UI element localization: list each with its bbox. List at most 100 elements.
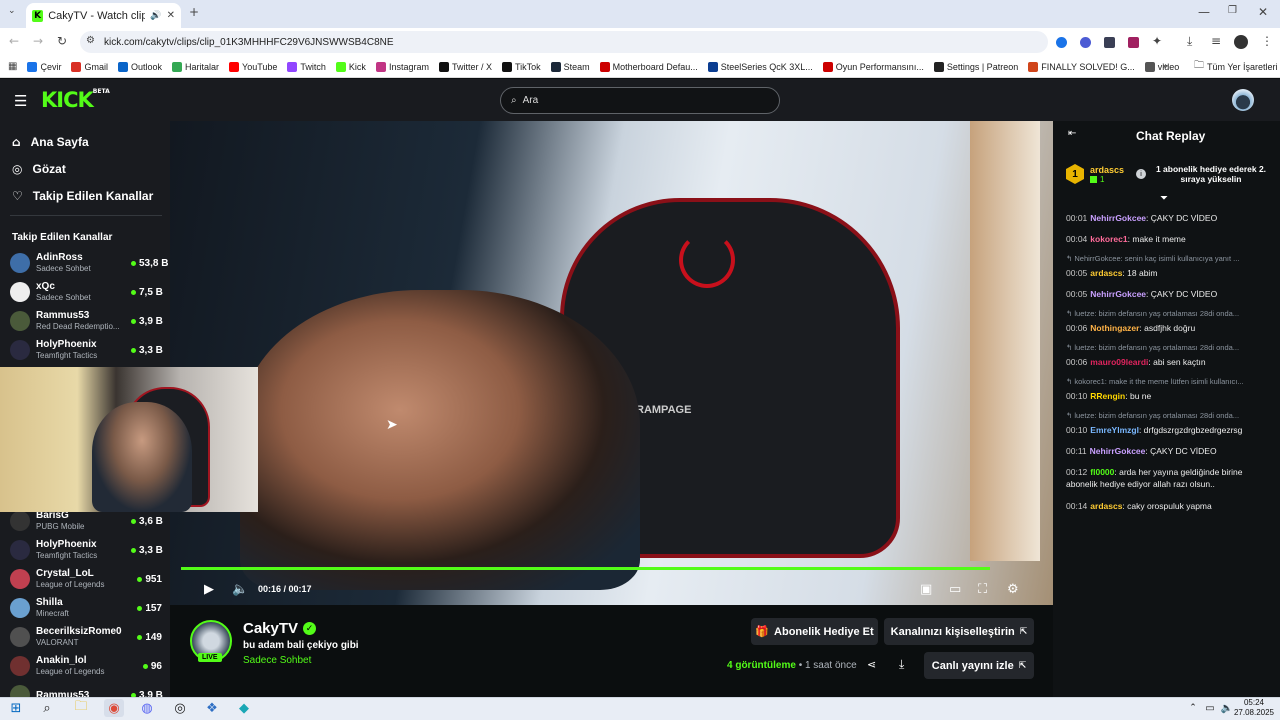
- kick-logo[interactable]: KICKBETA: [41, 88, 110, 112]
- live-dot-icon: [137, 634, 143, 640]
- bookmark-item[interactable]: Twitch: [287, 61, 326, 72]
- extensions-puzzle-icon[interactable]: ✦: [1152, 34, 1162, 48]
- message-username[interactable]: fl0000: [1090, 467, 1114, 477]
- url-input[interactable]: ⚙ kick.com/cakytv/clips/clip_01K3MHHHFC2…: [80, 31, 1048, 53]
- extension-icon[interactable]: [1128, 37, 1139, 48]
- extension-icon[interactable]: [1056, 37, 1067, 48]
- message-username[interactable]: NehirrGokcee: [1090, 213, 1146, 223]
- fullscreen-icon[interactable]: ⛶: [978, 582, 987, 597]
- search-input[interactable]: ⌕ Ara: [500, 87, 780, 114]
- reload-icon[interactable]: ↻: [57, 34, 67, 48]
- hamburger-menu-icon[interactable]: ☰: [14, 92, 27, 110]
- bookmark-item[interactable]: TikTok: [501, 61, 541, 72]
- followed-channel-item[interactable]: Anakin_lol League of Legends 96: [10, 652, 162, 680]
- theater-mode-icon[interactable]: ▭: [949, 582, 961, 597]
- followed-channel-item[interactable]: Crystal_LoL League of Legends 951: [10, 565, 162, 593]
- windows-start-icon[interactable]: ⊞: [6, 699, 26, 717]
- new-tab-icon[interactable]: +: [189, 5, 199, 19]
- restore-icon[interactable]: ❐: [1228, 5, 1237, 16]
- app-icon[interactable]: ◆: [234, 699, 254, 717]
- close-window-icon[interactable]: ✕: [1258, 5, 1268, 19]
- file-explorer-icon[interactable]: 🗀: [71, 699, 91, 717]
- miniplayer-icon[interactable]: ▣: [920, 582, 932, 597]
- minimize-icon[interactable]: —: [1198, 5, 1210, 19]
- obs-icon[interactable]: ◎: [170, 699, 190, 717]
- extension-icon[interactable]: [1080, 37, 1091, 48]
- chat-filter-icon[interactable]: ⏷: [1160, 193, 1168, 204]
- live-dot-icon: [137, 576, 143, 582]
- message-username[interactable]: NehirrGokcee: [1090, 289, 1146, 299]
- followed-channel-item[interactable]: xQc Sadece Sohbet 7,5 B: [10, 278, 163, 306]
- gift-subscription-button[interactable]: 🎁 Abonelik Hediye Et: [751, 618, 878, 645]
- bookmark-item[interactable]: Twitter / X: [438, 61, 492, 72]
- message-username[interactable]: Nothingazer: [1090, 323, 1139, 333]
- message-username[interactable]: ardascs: [1090, 501, 1122, 511]
- viewer-count-value: 157: [145, 602, 162, 614]
- apps-grid-icon[interactable]: ▦: [8, 61, 17, 72]
- bookmark-item[interactable]: Haritalar: [172, 61, 219, 72]
- message-username[interactable]: NehirrGokcee: [1090, 446, 1146, 456]
- tab-list-icon[interactable]: ⌄: [8, 6, 16, 16]
- bookmark-item[interactable]: Gmail: [71, 61, 108, 72]
- bookmark-item[interactable]: Çevir: [27, 61, 61, 72]
- watch-live-button[interactable]: Canlı yayını izle ⇱: [924, 652, 1034, 679]
- bookmark-favicon-icon: [375, 61, 386, 72]
- profile-icon[interactable]: [1234, 35, 1248, 49]
- message-username[interactable]: mauro09leardi: [1090, 357, 1148, 367]
- nav-following[interactable]: ♡ Takip Edilen Kanallar: [12, 189, 153, 203]
- bookmark-item[interactable]: Outlook: [117, 61, 162, 72]
- channel-name-row[interactable]: CakyTV ✓: [243, 620, 317, 637]
- app-icon[interactable]: ❖: [202, 699, 222, 717]
- bookmark-item[interactable]: FINALLY SOLVED! G...: [1028, 61, 1135, 72]
- forward-icon[interactable]: →: [33, 34, 43, 48]
- all-bookmarks-folder[interactable]: 🗀 Tüm Yer İşaretleri: [1194, 58, 1278, 75]
- followed-channel-item[interactable]: HolyPhoenix Teamfight Tactics 3,3 B: [10, 336, 163, 364]
- followed-channel-item[interactable]: BecerilksizRome0 VALORANT 149: [10, 623, 162, 651]
- collapse-chat-icon[interactable]: ⇤: [1068, 128, 1076, 139]
- browser-tab[interactable]: K CakyTV - Watch clips on Ki 🔊 ✕: [26, 3, 181, 28]
- bookmark-item[interactable]: Settings | Patreon: [933, 61, 1018, 72]
- discord-icon[interactable]: ◍: [137, 699, 157, 717]
- followed-channel-item[interactable]: Shilla Minecraft 157: [10, 594, 162, 622]
- play-icon[interactable]: ▶: [204, 582, 214, 597]
- bookmark-item[interactable]: Motherboard Defau...: [599, 61, 698, 72]
- extension-icon[interactable]: [1104, 37, 1115, 48]
- followed-channel-item[interactable]: Rammus53 Red Dead Redemptio... 3,9 B: [10, 307, 163, 335]
- message-username[interactable]: RRengin: [1090, 391, 1125, 401]
- channel-name[interactable]: CakyTV: [243, 620, 298, 637]
- bookmark-item[interactable]: Oyun Performansını...: [822, 61, 924, 72]
- media-control-icon[interactable]: ≡: [1211, 34, 1221, 48]
- bookmark-item[interactable]: Steam: [550, 61, 590, 72]
- nav-home[interactable]: ⌂ Ana Sayfa: [12, 135, 89, 149]
- followed-channel-item[interactable]: HolyPhoenix Teamfight Tactics 3,3 B: [10, 536, 163, 564]
- bookmark-item[interactable]: YouTube: [229, 61, 277, 72]
- taskbar-search-icon[interactable]: ⌕: [37, 699, 57, 717]
- leader-name[interactable]: ardascs: [1090, 165, 1130, 175]
- back-icon[interactable]: ←: [9, 34, 19, 48]
- bookmark-item[interactable]: SteelSeries QcK 3XL...: [707, 61, 813, 72]
- bookmark-item[interactable]: Kick: [335, 61, 366, 72]
- download-clip-icon[interactable]: ⤓: [899, 657, 904, 672]
- tab-close-icon[interactable]: ✕: [167, 10, 175, 21]
- message-username[interactable]: kokorec1: [1090, 234, 1127, 244]
- clock[interactable]: 05:24 27.08.2025: [1232, 698, 1276, 718]
- customize-channel-button[interactable]: Kanalınızı kişiselleştirin ⇱: [884, 618, 1034, 645]
- followed-channel-item[interactable]: AdinRoss Sadece Sohbet 53,8 B: [10, 249, 168, 277]
- message-username[interactable]: ardascs: [1090, 268, 1122, 278]
- channel-info: HolyPhoenix Teamfight Tactics: [36, 339, 131, 361]
- message-username[interactable]: EmreYlmzgl: [1090, 425, 1139, 435]
- menu-kebab-icon[interactable]: ⋮: [1261, 34, 1273, 48]
- tab-audio-icon[interactable]: 🔊: [150, 11, 161, 21]
- video-progress-bar[interactable]: [181, 567, 991, 570]
- chrome-icon[interactable]: ◉: [104, 699, 124, 717]
- share-icon[interactable]: ⋖: [867, 658, 876, 671]
- nav-browse[interactable]: ◎ Gözat: [12, 162, 66, 176]
- settings-icon[interactable]: ⚙: [1007, 582, 1019, 597]
- bookmark-item[interactable]: Instagram: [375, 61, 429, 72]
- download-icon[interactable]: ⤓: [1187, 34, 1192, 49]
- more-bookmarks-icon[interactable]: »: [1162, 61, 1168, 72]
- clip-category[interactable]: Sadece Sohbet: [243, 655, 311, 666]
- site-info-icon[interactable]: ⚙: [86, 35, 95, 46]
- user-avatar[interactable]: [1232, 89, 1254, 111]
- volume-icon[interactable]: 🔈: [232, 582, 248, 597]
